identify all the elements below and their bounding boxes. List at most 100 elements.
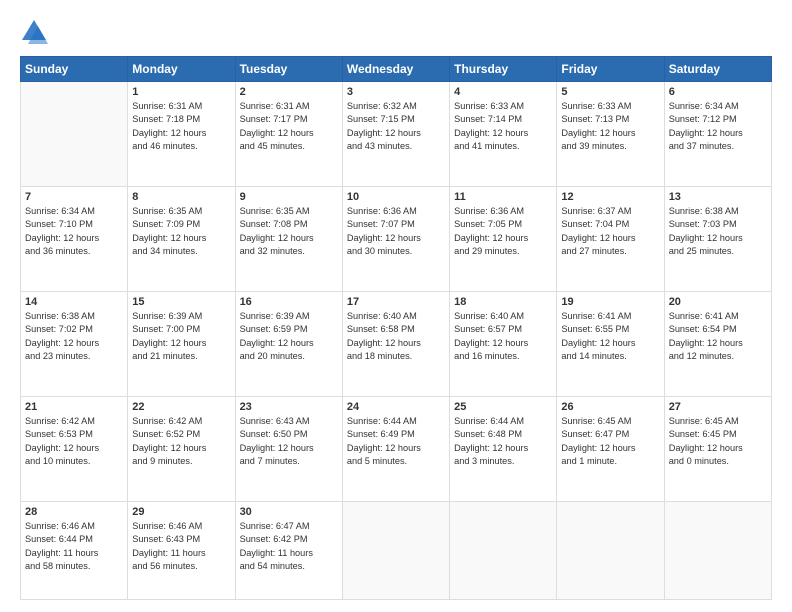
day-info: Sunrise: 6:35 AM Sunset: 7:09 PM Dayligh…: [132, 205, 230, 258]
day-number: 7: [25, 191, 123, 203]
day-number: 23: [240, 401, 338, 413]
day-number: 28: [25, 506, 123, 518]
day-number: 17: [347, 296, 445, 308]
day-info: Sunrise: 6:46 AM Sunset: 6:43 PM Dayligh…: [132, 520, 230, 573]
day-info: Sunrise: 6:34 AM Sunset: 7:10 PM Dayligh…: [25, 205, 123, 258]
weekday-header: Monday: [128, 57, 235, 82]
day-info: Sunrise: 6:35 AM Sunset: 7:08 PM Dayligh…: [240, 205, 338, 258]
calendar-day-cell: 29 Sunrise: 6:46 AM Sunset: 6:43 PM Dayli…: [128, 502, 235, 600]
day-info: Sunrise: 6:39 AM Sunset: 7:00 PM Dayligh…: [132, 310, 230, 363]
calendar-day-cell: 28Sunrise: 6:46 AM Sunset: 6:44 PM Dayli…: [21, 502, 128, 600]
logo: [20, 18, 52, 46]
calendar-day-cell: 11 Sunrise: 6:36 AM Sunset: 7:05 PM Dayli…: [450, 187, 557, 292]
day-number: 20: [669, 296, 767, 308]
calendar-day-cell: 6 Sunrise: 6:34 AM Sunset: 7:12 PM Daylig…: [664, 82, 771, 187]
calendar-day-cell: 2 Sunrise: 6:31 AM Sunset: 7:17 PM Daylig…: [235, 82, 342, 187]
weekday-header: Wednesday: [342, 57, 449, 82]
day-info: Sunrise: 6:42 AM Sunset: 6:53 PM Dayligh…: [25, 415, 123, 468]
day-info: Sunrise: 6:39 AM Sunset: 6:59 PM Dayligh…: [240, 310, 338, 363]
day-info: Sunrise: 6:34 AM Sunset: 7:12 PM Dayligh…: [669, 100, 767, 153]
day-number: 10: [347, 191, 445, 203]
calendar-day-cell: 8 Sunrise: 6:35 AM Sunset: 7:09 PM Daylig…: [128, 187, 235, 292]
day-info: Sunrise: 6:42 AM Sunset: 6:52 PM Dayligh…: [132, 415, 230, 468]
calendar-day-cell: 23 Sunrise: 6:43 AM Sunset: 6:50 PM Dayli…: [235, 397, 342, 502]
calendar-day-cell: 9 Sunrise: 6:35 AM Sunset: 7:08 PM Daylig…: [235, 187, 342, 292]
day-info: Sunrise: 6:41 AM Sunset: 6:55 PM Dayligh…: [561, 310, 659, 363]
calendar-day-cell: 22 Sunrise: 6:42 AM Sunset: 6:52 PM Dayli…: [128, 397, 235, 502]
day-number: 6: [669, 86, 767, 98]
day-info: Sunrise: 6:31 AM Sunset: 7:17 PM Dayligh…: [240, 100, 338, 153]
calendar-day-cell: [342, 502, 449, 600]
day-number: 22: [132, 401, 230, 413]
day-number: 3: [347, 86, 445, 98]
day-info: Sunrise: 6:33 AM Sunset: 7:13 PM Dayligh…: [561, 100, 659, 153]
day-info: Sunrise: 6:47 AM Sunset: 6:42 PM Dayligh…: [240, 520, 338, 573]
calendar-day-cell: 14 Sunrise: 6:38 AM Sunset: 7:02 PM Dayli…: [21, 292, 128, 397]
calendar-day-cell: 24 Sunrise: 6:44 AM Sunset: 6:49 PM Dayli…: [342, 397, 449, 502]
day-info: Sunrise: 6:41 AM Sunset: 6:54 PM Dayligh…: [669, 310, 767, 363]
calendar-week-row: 21 Sunrise: 6:42 AM Sunset: 6:53 PM Dayli…: [21, 397, 772, 502]
day-number: 9: [240, 191, 338, 203]
calendar-day-cell: [664, 502, 771, 600]
day-number: 21: [25, 401, 123, 413]
day-number: 11: [454, 191, 552, 203]
calendar-day-cell: 15Sunrise: 6:39 AM Sunset: 7:00 PM Dayli…: [128, 292, 235, 397]
day-number: 24: [347, 401, 445, 413]
weekday-header: Tuesday: [235, 57, 342, 82]
day-info: Sunrise: 6:43 AM Sunset: 6:50 PM Dayligh…: [240, 415, 338, 468]
calendar-day-cell: 10 Sunrise: 6:36 AM Sunset: 7:07 PM Dayli…: [342, 187, 449, 292]
calendar-day-cell: 3 Sunrise: 6:32 AM Sunset: 7:15 PM Daylig…: [342, 82, 449, 187]
calendar-day-cell: 18 Sunrise: 6:40 AM Sunset: 6:57 PM Dayli…: [450, 292, 557, 397]
calendar-day-cell: [21, 82, 128, 187]
day-number: 16: [240, 296, 338, 308]
day-number: 19: [561, 296, 659, 308]
day-info: Sunrise: 6:36 AM Sunset: 7:05 PM Dayligh…: [454, 205, 552, 258]
calendar-day-cell: 7 Sunrise: 6:34 AM Sunset: 7:10 PM Daylig…: [21, 187, 128, 292]
day-info: Sunrise: 6:31 AM Sunset: 7:18 PM Dayligh…: [132, 100, 230, 153]
day-number: 2: [240, 86, 338, 98]
day-info: Sunrise: 6:36 AM Sunset: 7:07 PM Dayligh…: [347, 205, 445, 258]
calendar-day-cell: 19 Sunrise: 6:41 AM Sunset: 6:55 PM Dayli…: [557, 292, 664, 397]
day-info: Sunrise: 6:32 AM Sunset: 7:15 PM Dayligh…: [347, 100, 445, 153]
calendar-day-cell: 20 Sunrise: 6:41 AM Sunset: 6:54 PM Dayli…: [664, 292, 771, 397]
day-number: 14: [25, 296, 123, 308]
weekday-header: Sunday: [21, 57, 128, 82]
day-number: 13: [669, 191, 767, 203]
calendar-week-row: 28Sunrise: 6:46 AM Sunset: 6:44 PM Dayli…: [21, 502, 772, 600]
day-number: 30: [240, 506, 338, 518]
logo-icon: [20, 18, 48, 46]
weekday-header: Saturday: [664, 57, 771, 82]
day-number: 26: [561, 401, 659, 413]
calendar-day-cell: 30 Sunrise: 6:47 AM Sunset: 6:42 PM Dayli…: [235, 502, 342, 600]
day-number: 29: [132, 506, 230, 518]
day-info: Sunrise: 6:37 AM Sunset: 7:04 PM Dayligh…: [561, 205, 659, 258]
day-info: Sunrise: 6:40 AM Sunset: 6:58 PM Dayligh…: [347, 310, 445, 363]
day-number: 18: [454, 296, 552, 308]
calendar-day-cell: 1Sunrise: 6:31 AM Sunset: 7:18 PM Daylig…: [128, 82, 235, 187]
day-info: Sunrise: 6:40 AM Sunset: 6:57 PM Dayligh…: [454, 310, 552, 363]
calendar-day-cell: 4 Sunrise: 6:33 AM Sunset: 7:14 PM Daylig…: [450, 82, 557, 187]
day-info: Sunrise: 6:45 AM Sunset: 6:45 PM Dayligh…: [669, 415, 767, 468]
calendar-week-row: 14 Sunrise: 6:38 AM Sunset: 7:02 PM Dayli…: [21, 292, 772, 397]
day-info: Sunrise: 6:44 AM Sunset: 6:48 PM Dayligh…: [454, 415, 552, 468]
calendar-day-cell: 17 Sunrise: 6:40 AM Sunset: 6:58 PM Dayli…: [342, 292, 449, 397]
calendar-day-cell: 26Sunrise: 6:45 AM Sunset: 6:47 PM Dayli…: [557, 397, 664, 502]
page: SundayMondayTuesdayWednesdayThursdayFrid…: [0, 0, 792, 612]
calendar-day-cell: [557, 502, 664, 600]
day-number: 4: [454, 86, 552, 98]
calendar-day-cell: 5Sunrise: 6:33 AM Sunset: 7:13 PM Daylig…: [557, 82, 664, 187]
day-number: 27: [669, 401, 767, 413]
day-info: Sunrise: 6:33 AM Sunset: 7:14 PM Dayligh…: [454, 100, 552, 153]
weekday-header: Friday: [557, 57, 664, 82]
day-number: 25: [454, 401, 552, 413]
calendar-day-cell: 21 Sunrise: 6:42 AM Sunset: 6:53 PM Dayli…: [21, 397, 128, 502]
day-info: Sunrise: 6:44 AM Sunset: 6:49 PM Dayligh…: [347, 415, 445, 468]
day-number: 8: [132, 191, 230, 203]
calendar-day-cell: 13 Sunrise: 6:38 AM Sunset: 7:03 PM Dayli…: [664, 187, 771, 292]
day-info: Sunrise: 6:38 AM Sunset: 7:03 PM Dayligh…: [669, 205, 767, 258]
calendar-table: SundayMondayTuesdayWednesdayThursdayFrid…: [20, 56, 772, 600]
day-info: Sunrise: 6:38 AM Sunset: 7:02 PM Dayligh…: [25, 310, 123, 363]
calendar-week-row: 7 Sunrise: 6:34 AM Sunset: 7:10 PM Daylig…: [21, 187, 772, 292]
header: [20, 18, 772, 46]
calendar-day-cell: 16 Sunrise: 6:39 AM Sunset: 6:59 PM Dayli…: [235, 292, 342, 397]
